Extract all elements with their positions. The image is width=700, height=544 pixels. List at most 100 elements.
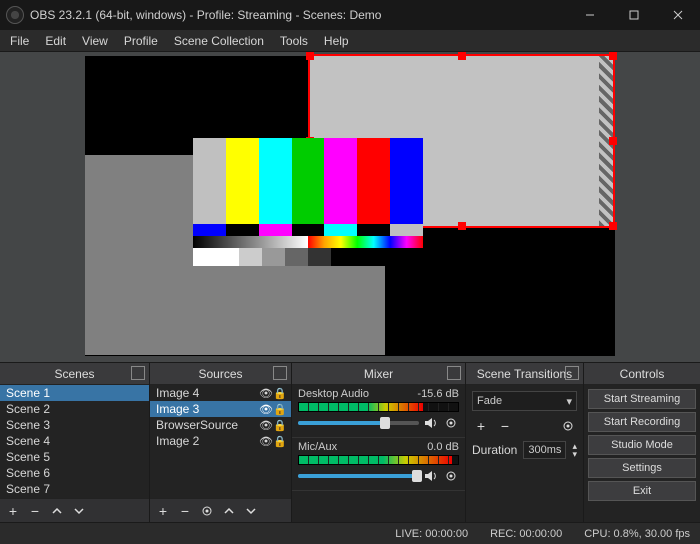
- scenes-popout-icon[interactable]: [131, 366, 145, 380]
- start-recording-button[interactable]: Start Recording: [588, 412, 696, 432]
- duration-label: Duration: [472, 443, 517, 457]
- source-browser-colorbars[interactable]: [193, 138, 423, 266]
- sources-popout-icon[interactable]: [273, 366, 287, 380]
- controls-panel: Controls Start StreamingStart RecordingS…: [584, 363, 700, 522]
- sources-list[interactable]: Image 4👁🔒Image 3👁🔒BrowserSource👁🔒Image 2…: [150, 385, 291, 498]
- sources-title: Sources: [198, 367, 242, 381]
- scenes-footer: + −: [0, 498, 149, 522]
- scene-item[interactable]: Scene 5: [0, 449, 149, 465]
- transitions-title: Scene Transitions: [477, 367, 572, 381]
- menu-view[interactable]: View: [74, 31, 116, 51]
- transitions-popout-icon[interactable]: [565, 366, 579, 380]
- status-live: LIVE: 00:00:00: [395, 528, 468, 540]
- mixer-body: Desktop Audio-15.6 dBMic/Aux0.0 dB: [292, 385, 465, 522]
- scenes-header[interactable]: Scenes: [0, 363, 149, 385]
- scene-item[interactable]: Scene 6: [0, 465, 149, 481]
- close-button[interactable]: [656, 0, 700, 30]
- channel-db: 0.0 dB: [427, 441, 459, 453]
- channel-settings-button[interactable]: [443, 468, 459, 484]
- source-name: Image 4: [154, 386, 259, 400]
- scene-item[interactable]: Scene 3: [0, 417, 149, 433]
- scene-down-button[interactable]: [70, 502, 88, 520]
- scene-item[interactable]: Scene 1: [0, 385, 149, 401]
- duration-input[interactable]: 300ms: [523, 441, 566, 459]
- mixer-channel: Mic/Aux0.0 dB: [292, 438, 465, 491]
- menu-profile[interactable]: Profile: [116, 31, 166, 51]
- transition-select[interactable]: Fade ▾: [472, 391, 577, 411]
- transitions-panel: Scene Transitions Fade ▾ + − Duration 30…: [466, 363, 584, 522]
- source-item[interactable]: Image 4👁🔒: [150, 385, 291, 401]
- lock-toggle-icon[interactable]: 🔒: [273, 435, 287, 448]
- resize-handle-br[interactable]: [609, 222, 617, 230]
- controls-header[interactable]: Controls: [584, 363, 700, 385]
- speaker-icon[interactable]: [423, 468, 439, 484]
- resize-handle-mr[interactable]: [609, 137, 617, 145]
- menu-scene-collection[interactable]: Scene Collection: [166, 31, 272, 51]
- scene-item[interactable]: Scene 4: [0, 433, 149, 449]
- menu-tools[interactable]: Tools: [272, 31, 316, 51]
- level-meter: [298, 455, 459, 465]
- preview-area[interactable]: [0, 52, 700, 362]
- menubar: FileEditViewProfileScene CollectionTools…: [0, 30, 700, 52]
- scene-up-button[interactable]: [48, 502, 66, 520]
- menu-edit[interactable]: Edit: [37, 31, 74, 51]
- maximize-button[interactable]: [612, 0, 656, 30]
- lock-toggle-icon[interactable]: 🔒: [273, 419, 287, 432]
- source-item[interactable]: Image 3👁🔒: [150, 401, 291, 417]
- statusbar: LIVE: 00:00:00 REC: 00:00:00 CPU: 0.8%, …: [0, 522, 700, 544]
- resize-handle-tr[interactable]: [609, 52, 617, 60]
- scene-remove-button[interactable]: −: [26, 502, 44, 520]
- resize-handle-tl[interactable]: [306, 52, 314, 60]
- source-item[interactable]: BrowserSource👁🔒: [150, 417, 291, 433]
- mixer-panel: Mixer Desktop Audio-15.6 dBMic/Aux0.0 dB: [292, 363, 466, 522]
- settings-button[interactable]: Settings: [588, 458, 696, 478]
- menu-help[interactable]: Help: [316, 31, 357, 51]
- titlebar: OBS 23.2.1 (64-bit, windows) - Profile: …: [0, 0, 700, 30]
- exit-button[interactable]: Exit: [588, 481, 696, 501]
- visibility-toggle-icon[interactable]: 👁: [259, 435, 273, 448]
- volume-slider[interactable]: [298, 474, 419, 478]
- studio-mode-button[interactable]: Studio Mode: [588, 435, 696, 455]
- scene-item[interactable]: Scene 7: [0, 481, 149, 497]
- transition-settings-button[interactable]: [559, 417, 577, 435]
- sources-header[interactable]: Sources: [150, 363, 291, 385]
- duration-stepper-icon[interactable]: ▴▾: [572, 442, 577, 458]
- scene-item[interactable]: Scene 2: [0, 401, 149, 417]
- scene-add-button[interactable]: +: [4, 502, 22, 520]
- source-name: Image 2: [154, 434, 259, 448]
- preview-canvas[interactable]: [85, 56, 615, 356]
- source-add-button[interactable]: +: [154, 502, 172, 520]
- lock-toggle-icon[interactable]: 🔒: [273, 387, 287, 400]
- source-down-button[interactable]: [242, 502, 260, 520]
- mixer-popout-icon[interactable]: [447, 366, 461, 380]
- source-remove-button[interactable]: −: [176, 502, 194, 520]
- mixer-header[interactable]: Mixer: [292, 363, 465, 385]
- sources-footer: + −: [150, 498, 291, 522]
- app-logo-icon: [6, 6, 24, 24]
- chevron-down-icon: ▾: [566, 395, 572, 408]
- lock-toggle-icon[interactable]: 🔒: [273, 403, 287, 416]
- controls-body: Start Streaming Start Recording Studio Mod…: [584, 385, 700, 522]
- source-item[interactable]: Image 2👁🔒: [150, 433, 291, 449]
- channel-settings-button[interactable]: [443, 415, 459, 431]
- transition-add-button[interactable]: +: [472, 417, 490, 435]
- dock: Scenes Scene 1Scene 2Scene 3Scene 4Scene…: [0, 362, 700, 522]
- resize-handle-bc[interactable]: [458, 222, 466, 230]
- source-settings-button[interactable]: [198, 502, 216, 520]
- source-name: Image 3: [154, 402, 259, 416]
- start-streaming-button[interactable]: Start Streaming: [588, 389, 696, 409]
- volume-slider[interactable]: [298, 421, 419, 425]
- menu-file[interactable]: File: [2, 31, 37, 51]
- transition-selected: Fade: [477, 395, 502, 407]
- speaker-icon[interactable]: [423, 415, 439, 431]
- resize-handle-tc[interactable]: [458, 52, 466, 60]
- minimize-button[interactable]: [568, 0, 612, 30]
- transitions-header[interactable]: Scene Transitions: [466, 363, 583, 385]
- visibility-toggle-icon[interactable]: 👁: [259, 419, 273, 432]
- visibility-toggle-icon[interactable]: 👁: [259, 387, 273, 400]
- source-up-button[interactable]: [220, 502, 238, 520]
- transition-remove-button[interactable]: −: [496, 417, 514, 435]
- visibility-toggle-icon[interactable]: 👁: [259, 403, 273, 416]
- sources-panel: Sources Image 4👁🔒Image 3👁🔒BrowserSource👁…: [150, 363, 292, 522]
- scenes-list[interactable]: Scene 1Scene 2Scene 3Scene 4Scene 5Scene…: [0, 385, 149, 498]
